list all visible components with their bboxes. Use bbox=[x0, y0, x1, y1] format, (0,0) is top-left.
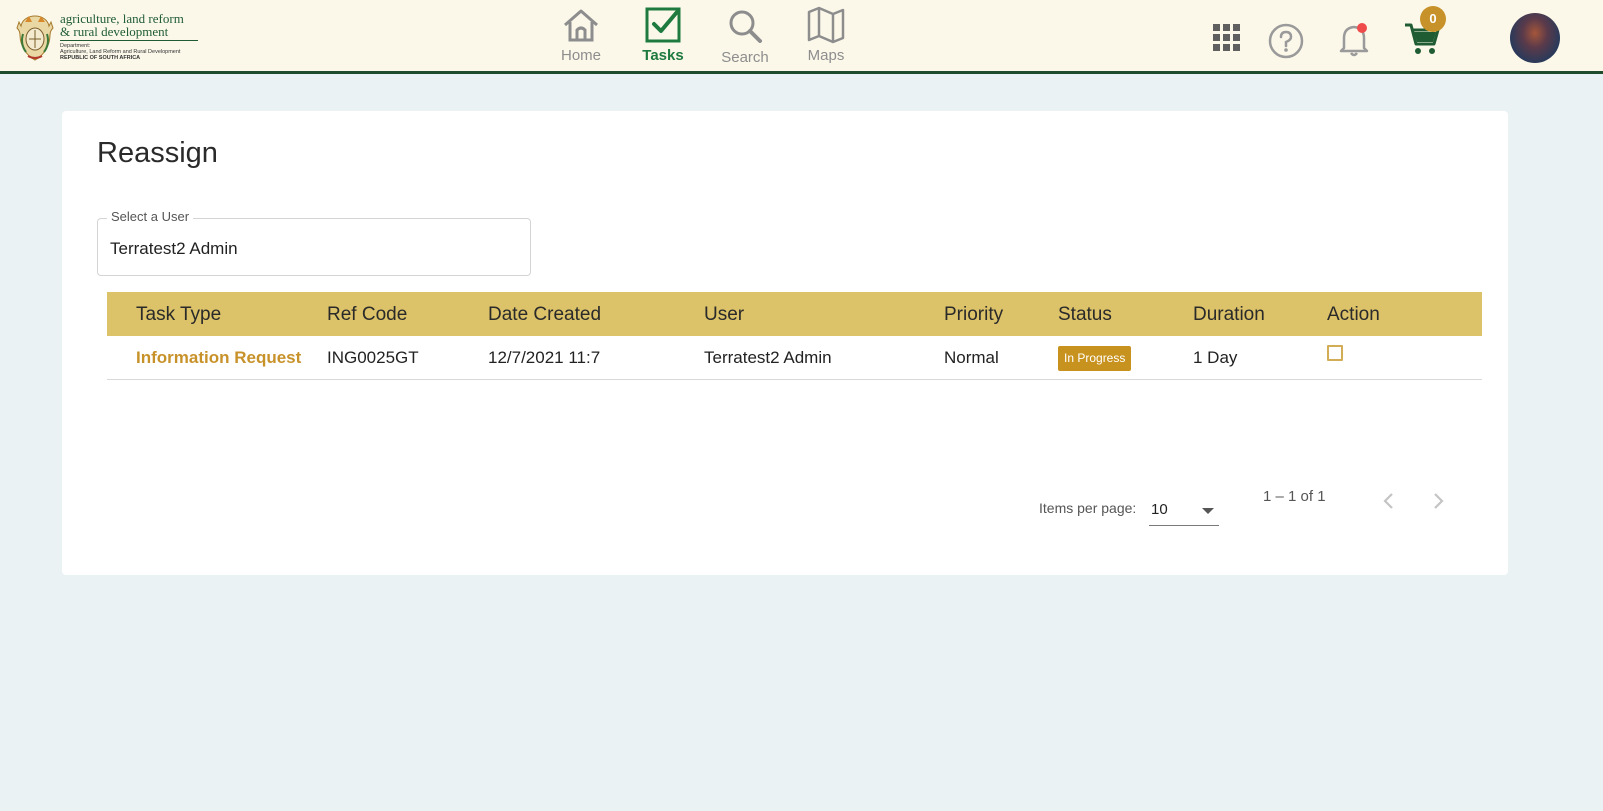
column-header-priority[interactable]: Priority bbox=[944, 304, 1003, 326]
date-created-cell: 12/7/2021 11:7 bbox=[488, 348, 601, 367]
notification-bell-icon[interactable] bbox=[1338, 20, 1372, 58]
nav-home[interactable]: Home bbox=[551, 6, 611, 64]
duration-cell: 1 Day bbox=[1193, 348, 1238, 367]
cart-count-badge: 0 bbox=[1420, 6, 1446, 32]
column-header-user[interactable]: User bbox=[704, 304, 744, 326]
home-icon bbox=[564, 9, 598, 42]
select-user-label: Select a User bbox=[107, 209, 194, 224]
avatar[interactable] bbox=[1510, 13, 1560, 63]
page-range-label: 1 – 1 of 1 bbox=[1263, 488, 1326, 505]
items-per-page-label: Items per page: bbox=[1039, 500, 1137, 516]
apps-grid-icon[interactable] bbox=[1212, 23, 1242, 53]
nav-search[interactable]: Search bbox=[715, 6, 775, 66]
reassign-card: Reassign Select a User Task Type Ref Cod… bbox=[62, 111, 1508, 575]
logo-line-2: & rural development bbox=[60, 24, 169, 39]
logo-divider bbox=[60, 40, 198, 41]
column-header-status[interactable]: Status bbox=[1058, 304, 1112, 326]
column-header-action: Action bbox=[1327, 304, 1380, 325]
chevron-down-icon bbox=[1202, 508, 1214, 514]
user-cell: Terratest2 Admin bbox=[704, 348, 832, 367]
department-logo[interactable]: agriculture, land reform & rural develop… bbox=[16, 12, 198, 64]
map-icon bbox=[807, 6, 845, 44]
paginator: Items per page: 10 1 – 1 of 1 bbox=[1037, 488, 1477, 533]
tasks-check-icon bbox=[645, 7, 681, 43]
help-icon[interactable] bbox=[1267, 22, 1305, 60]
logo-text: agriculture, land reform & rural develop… bbox=[60, 12, 200, 61]
nav-tasks[interactable]: Tasks bbox=[633, 6, 693, 64]
select-user-input[interactable] bbox=[110, 239, 510, 259]
column-header-task-type[interactable]: Task Type bbox=[136, 304, 221, 326]
previous-page-button[interactable] bbox=[1377, 489, 1401, 513]
ref-code-cell: ING0025GT bbox=[327, 348, 419, 367]
select-user-field[interactable]: Select a User bbox=[97, 209, 531, 276]
action-checkbox[interactable] bbox=[1327, 345, 1343, 361]
nav-home-label: Home bbox=[560, 47, 601, 64]
page-title: Reassign bbox=[97, 137, 218, 169]
nav-maps[interactable]: Maps bbox=[796, 6, 856, 64]
column-header-ref-code[interactable]: Ref Code bbox=[327, 304, 407, 326]
nav-search-label: Search bbox=[721, 49, 769, 66]
search-icon bbox=[729, 10, 762, 43]
nav-maps-label: Maps bbox=[807, 47, 845, 64]
task-type-link[interactable]: Information Request bbox=[136, 348, 301, 368]
table-header: Task Type Ref Code Date Created User Pri… bbox=[107, 292, 1482, 336]
nav-tasks-label: Tasks bbox=[642, 47, 684, 64]
status-badge: In Progress bbox=[1058, 346, 1132, 371]
coat-of-arms-icon bbox=[16, 15, 54, 61]
column-header-date-created[interactable]: Date Created bbox=[488, 304, 601, 326]
column-header-duration[interactable]: Duration bbox=[1193, 304, 1265, 326]
logo-small-3: REPUBLIC OF SOUTH AFRICA bbox=[60, 55, 141, 61]
app-header: agriculture, land reform & rural develop… bbox=[0, 0, 1603, 74]
tasks-table: Task Type Ref Code Date Created User Pri… bbox=[107, 292, 1482, 380]
items-per-page-select[interactable]: 10 bbox=[1149, 497, 1219, 526]
priority-cell: Normal bbox=[944, 348, 999, 367]
next-page-button[interactable] bbox=[1426, 489, 1450, 513]
table-row: Information Request ING0025GT 12/7/2021 … bbox=[107, 336, 1482, 380]
items-per-page-value: 10 bbox=[1151, 501, 1168, 518]
